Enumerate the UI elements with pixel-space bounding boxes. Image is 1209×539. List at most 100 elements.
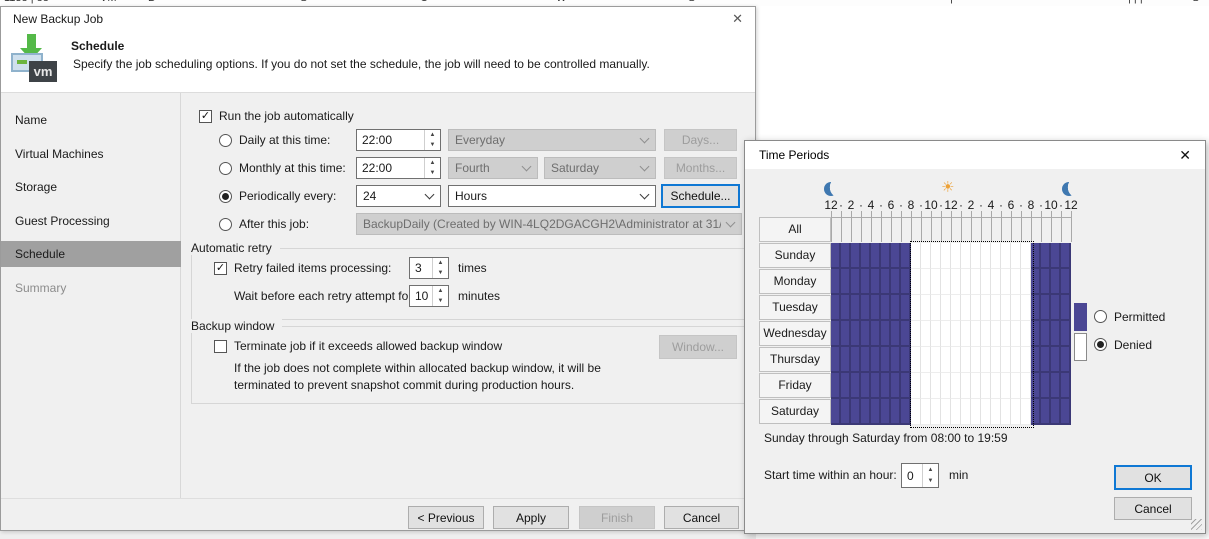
schedule-cell[interactable] bbox=[931, 269, 941, 295]
schedule-cell[interactable] bbox=[851, 373, 861, 399]
sidebar-item-virtual-machines[interactable]: Virtual Machines bbox=[1, 141, 181, 167]
schedule-cell[interactable] bbox=[991, 321, 1001, 347]
schedule-cell[interactable] bbox=[1051, 347, 1061, 373]
schedule-cell[interactable] bbox=[1031, 321, 1041, 347]
schedule-cell[interactable] bbox=[901, 399, 911, 425]
schedule-cell[interactable] bbox=[831, 347, 841, 373]
schedule-cell[interactable] bbox=[891, 295, 901, 321]
schedule-cell[interactable] bbox=[971, 399, 981, 425]
hour-column-selectors[interactable] bbox=[831, 211, 1072, 242]
schedule-cell[interactable] bbox=[951, 373, 961, 399]
schedule-cell[interactable] bbox=[881, 269, 891, 295]
schedule-cell[interactable] bbox=[841, 295, 851, 321]
schedule-cell[interactable] bbox=[951, 243, 961, 269]
schedule-cell[interactable] bbox=[981, 399, 991, 425]
schedule-cell[interactable] bbox=[881, 373, 891, 399]
schedule-cell[interactable] bbox=[981, 295, 991, 321]
schedule-cell[interactable] bbox=[1051, 321, 1061, 347]
schedule-cell[interactable] bbox=[841, 321, 851, 347]
schedule-cell[interactable] bbox=[981, 321, 991, 347]
schedule-cell[interactable] bbox=[841, 373, 851, 399]
periodically-value-dropdown[interactable]: 24 bbox=[356, 185, 441, 207]
schedule-cell[interactable] bbox=[971, 373, 981, 399]
schedule-cell[interactable] bbox=[921, 373, 931, 399]
schedule-cell[interactable] bbox=[921, 243, 931, 269]
spin-buttons[interactable]: ▲▼ bbox=[432, 258, 448, 278]
schedule-cell[interactable] bbox=[901, 269, 911, 295]
schedule-cell[interactable] bbox=[991, 373, 1001, 399]
schedule-cell[interactable] bbox=[881, 399, 891, 425]
after-job-radio[interactable] bbox=[219, 218, 232, 231]
schedule-cell[interactable] bbox=[1021, 347, 1031, 373]
schedule-cell[interactable] bbox=[951, 321, 961, 347]
schedule-cell[interactable] bbox=[1011, 321, 1021, 347]
schedule-cell[interactable] bbox=[1001, 321, 1011, 347]
apply-button[interactable]: Apply bbox=[493, 506, 569, 529]
schedule-cell[interactable] bbox=[1021, 373, 1031, 399]
schedule-cell[interactable] bbox=[901, 243, 911, 269]
schedule-cell[interactable] bbox=[931, 399, 941, 425]
daily-radio[interactable] bbox=[219, 134, 232, 147]
schedule-cell[interactable] bbox=[1011, 269, 1021, 295]
schedule-cell[interactable] bbox=[891, 399, 901, 425]
schedule-cell[interactable] bbox=[931, 347, 941, 373]
schedule-cell[interactable] bbox=[1001, 373, 1011, 399]
schedule-cell[interactable] bbox=[1051, 399, 1061, 425]
schedule-cell[interactable] bbox=[1051, 269, 1061, 295]
denied-radio[interactable] bbox=[1094, 338, 1107, 351]
schedule-cell[interactable] bbox=[1011, 399, 1021, 425]
monthly-time-spinner[interactable]: 22:00 ▲▼ bbox=[356, 157, 441, 179]
schedule-cell[interactable] bbox=[901, 321, 911, 347]
schedule-cell[interactable] bbox=[941, 373, 951, 399]
schedule-cell[interactable] bbox=[991, 243, 1001, 269]
schedule-cell[interactable] bbox=[881, 295, 891, 321]
terminate-checkbox[interactable]: ✓ bbox=[214, 340, 227, 353]
day-row-selector-wednesday[interactable]: Wednesday bbox=[759, 321, 831, 346]
day-row-selector-thursday[interactable]: Thursday bbox=[759, 347, 831, 372]
schedule-cell[interactable] bbox=[851, 269, 861, 295]
schedule-cell[interactable] bbox=[1041, 373, 1051, 399]
schedule-cell[interactable] bbox=[891, 243, 901, 269]
schedule-cell[interactable] bbox=[851, 347, 861, 373]
schedule-cell[interactable] bbox=[871, 321, 881, 347]
previous-button[interactable]: < Previous bbox=[408, 506, 484, 529]
schedule-cell[interactable] bbox=[861, 243, 871, 269]
schedule-cell[interactable] bbox=[951, 399, 961, 425]
schedule-cell[interactable] bbox=[931, 373, 941, 399]
schedule-cell[interactable] bbox=[981, 243, 991, 269]
schedule-cell[interactable] bbox=[1031, 399, 1041, 425]
day-row-selector-sunday[interactable]: Sunday bbox=[759, 243, 831, 268]
schedule-cell[interactable] bbox=[1021, 399, 1031, 425]
schedule-cell[interactable] bbox=[941, 243, 951, 269]
retry-count-spinner[interactable]: 3 ▲▼ bbox=[409, 257, 449, 279]
schedule-cell[interactable] bbox=[851, 295, 861, 321]
schedule-cell[interactable] bbox=[901, 373, 911, 399]
day-row-selector-tuesday[interactable]: Tuesday bbox=[759, 295, 831, 320]
schedule-cell[interactable] bbox=[1011, 243, 1021, 269]
schedule-cell[interactable] bbox=[921, 269, 931, 295]
ok-button[interactable]: OK bbox=[1114, 465, 1192, 490]
schedule-cell[interactable] bbox=[1021, 243, 1031, 269]
spin-buttons[interactable]: ▲▼ bbox=[922, 464, 938, 487]
schedule-cell[interactable] bbox=[961, 269, 971, 295]
run-automatically-checkbox[interactable]: ✓ bbox=[199, 110, 212, 123]
schedule-cell[interactable] bbox=[871, 243, 881, 269]
schedule-cell[interactable] bbox=[961, 373, 971, 399]
retry-checkbox[interactable]: ✓ bbox=[214, 262, 227, 275]
schedule-cell[interactable] bbox=[841, 269, 851, 295]
schedule-cell[interactable] bbox=[1011, 347, 1021, 373]
schedule-cell[interactable] bbox=[971, 321, 981, 347]
schedule-cell[interactable] bbox=[1021, 295, 1031, 321]
schedule-cell[interactable] bbox=[841, 399, 851, 425]
schedule-cell[interactable] bbox=[961, 399, 971, 425]
schedule-cell[interactable] bbox=[891, 373, 901, 399]
day-row-selector-monday[interactable]: Monday bbox=[759, 269, 831, 294]
schedule-cell[interactable] bbox=[991, 269, 1001, 295]
schedule-cell[interactable] bbox=[831, 399, 841, 425]
schedule-cell[interactable] bbox=[1001, 347, 1011, 373]
spin-buttons[interactable]: ▲▼ bbox=[424, 158, 440, 178]
schedule-cell[interactable] bbox=[981, 347, 991, 373]
schedule-cell[interactable] bbox=[1041, 243, 1051, 269]
schedule-cell[interactable] bbox=[1041, 399, 1051, 425]
schedule-cell[interactable] bbox=[951, 295, 961, 321]
